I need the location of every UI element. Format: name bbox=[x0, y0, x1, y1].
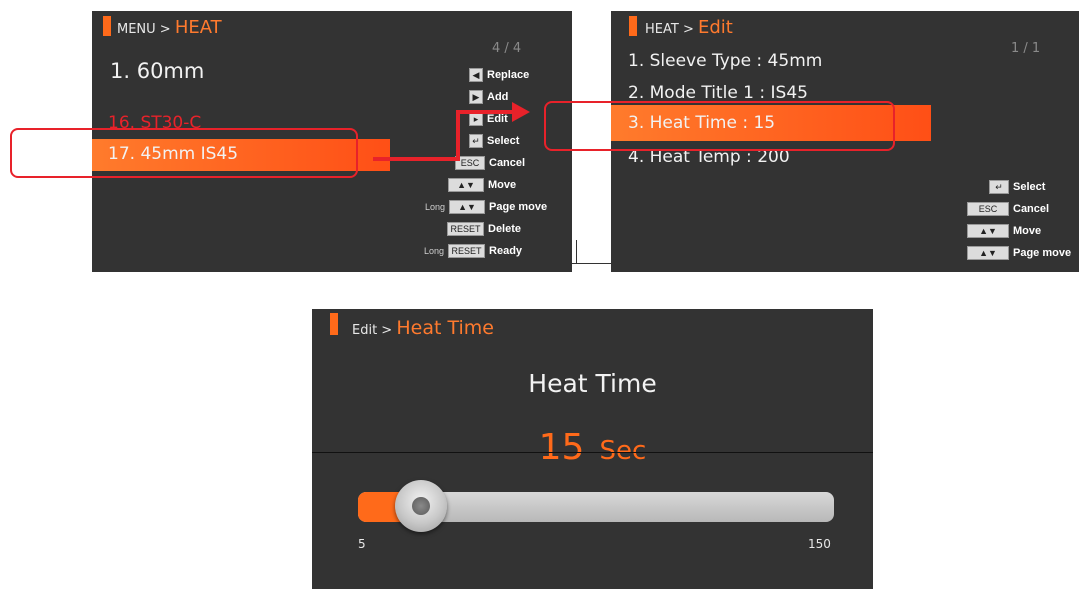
breadcrumb-current: Edit bbox=[697, 17, 733, 38]
slider-thumb[interactable] bbox=[395, 480, 448, 532]
up-down-key-icon: ▲▼ bbox=[967, 224, 1009, 238]
enter-key-icon: ↵ bbox=[989, 180, 1009, 194]
help-label: Delete bbox=[488, 223, 522, 235]
divider-line bbox=[312, 452, 873, 453]
breadcrumb-parent: HEAT > bbox=[645, 22, 694, 37]
heat-time-slider[interactable] bbox=[358, 480, 834, 532]
list-item[interactable]: 1. Sleeve Type : 45mm bbox=[628, 51, 822, 71]
up-down-key-icon: ▲▼ bbox=[448, 178, 484, 192]
list-item[interactable]: 2. Mode Title 1 : IS45 bbox=[628, 83, 808, 103]
long-press-label: Long bbox=[425, 202, 446, 212]
breadcrumb-current: HEAT bbox=[174, 17, 222, 38]
page-indicator: 1 / 1 bbox=[1011, 41, 1041, 56]
help-move: ▲▼ Move bbox=[448, 178, 516, 192]
breadcrumb-current: Heat Time bbox=[396, 317, 494, 339]
reset-key-icon: RESET bbox=[448, 244, 486, 258]
breadcrumb-parent: MENU > bbox=[117, 22, 171, 37]
up-down-key-icon: ▲▼ bbox=[967, 246, 1009, 260]
help-replace: ◀ Replace bbox=[469, 68, 529, 82]
divider-line bbox=[576, 240, 577, 264]
header-accent-bar bbox=[629, 16, 637, 36]
up-down-key-icon: ▲▼ bbox=[449, 200, 486, 214]
help-label: Cancel bbox=[1013, 203, 1050, 215]
header-accent-bar bbox=[103, 16, 111, 36]
breadcrumb: MENU > HEAT bbox=[117, 17, 222, 38]
help-label: Move bbox=[1013, 225, 1042, 237]
breadcrumb-parent: Edit > bbox=[352, 323, 393, 338]
heat-time-unit: Sec bbox=[599, 436, 647, 466]
help-label: Replace bbox=[487, 69, 530, 81]
page-indicator: 4 / 4 bbox=[492, 41, 522, 56]
header-accent-bar bbox=[330, 313, 338, 335]
page-title: Heat Time bbox=[528, 369, 657, 398]
thumb-center-dot bbox=[412, 497, 431, 515]
heat-time-editor-screen: Edit > Heat Time Heat Time 15 Sec 5 150 bbox=[312, 309, 873, 589]
help-ready: Long RESET Ready bbox=[424, 244, 522, 258]
help-label: Select bbox=[1013, 181, 1046, 193]
callout-frame bbox=[544, 101, 895, 151]
slider-min-label: 5 bbox=[358, 537, 366, 551]
divider-line bbox=[572, 263, 612, 264]
callout-frame bbox=[10, 128, 358, 178]
help-page-move: ▲▼ Page move bbox=[967, 246, 1071, 260]
list-item[interactable]: 1. 60mm bbox=[110, 59, 204, 83]
help-label: Ready bbox=[489, 245, 523, 257]
slider-max-label: 150 bbox=[808, 537, 831, 551]
help-delete: RESET Delete bbox=[447, 222, 521, 236]
heat-time-value: 15 bbox=[538, 427, 585, 468]
breadcrumb: HEAT > Edit bbox=[645, 17, 733, 38]
esc-key-icon: ESC bbox=[967, 202, 1009, 216]
help-label: Move bbox=[488, 179, 517, 191]
left-arrow-key-icon: ◀ bbox=[469, 68, 483, 82]
long-press-label: Long bbox=[424, 246, 445, 256]
help-page-move: Long ▲▼ Page move bbox=[425, 200, 547, 214]
value-display: 15 Sec bbox=[312, 427, 873, 468]
help-label: Page move bbox=[1013, 247, 1072, 259]
breadcrumb: Edit > Heat Time bbox=[352, 317, 494, 339]
reset-key-icon: RESET bbox=[447, 222, 484, 236]
arrow-icon bbox=[373, 102, 530, 161]
help-select: ↵ Select bbox=[989, 180, 1045, 194]
help-move: ▲▼ Move bbox=[967, 224, 1041, 238]
help-label: Page move bbox=[489, 201, 548, 213]
help-cancel: ESC Cancel bbox=[967, 202, 1049, 216]
